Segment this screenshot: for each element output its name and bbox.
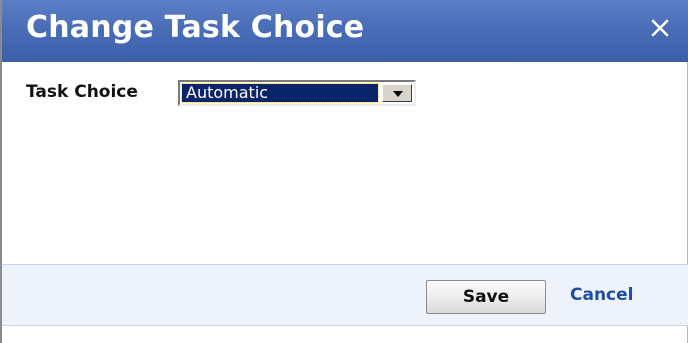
close-icon[interactable] [644, 12, 676, 44]
dialog-footer: Save Cancel [2, 264, 688, 326]
task-choice-select[interactable]: Automatic [178, 80, 416, 106]
dialog-title: Change Task Choice [26, 10, 365, 45]
save-button[interactable]: Save [426, 280, 546, 314]
change-task-choice-dialog: Change Task Choice Task Choice Automatic… [0, 0, 688, 343]
task-choice-selected-value: Automatic [181, 83, 379, 103]
task-choice-label: Task Choice [26, 82, 138, 102]
dialog-titlebar: Change Task Choice [2, 0, 688, 62]
dropdown-arrow-icon[interactable] [382, 84, 412, 102]
cancel-link[interactable]: Cancel [570, 285, 633, 305]
